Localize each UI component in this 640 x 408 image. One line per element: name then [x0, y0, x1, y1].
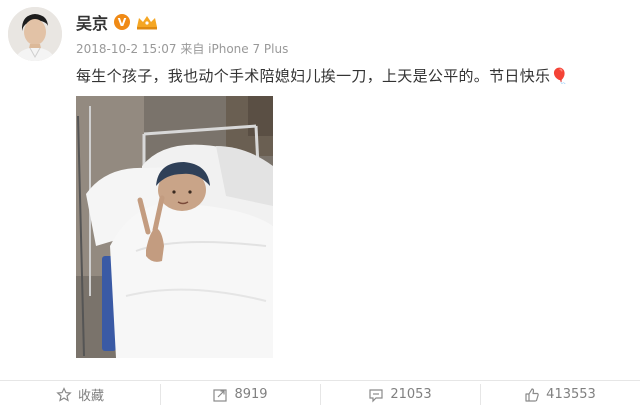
- post-photo[interactable]: [76, 96, 273, 358]
- hospital-bed-photo: [76, 96, 273, 358]
- action-bar: 收藏 8919 21053 413553: [0, 380, 640, 408]
- verified-v-icon: V: [114, 14, 131, 30]
- favorite-button[interactable]: 收藏: [0, 381, 160, 408]
- thumbs-up-icon: [525, 387, 539, 402]
- author-name[interactable]: 吴京: [76, 10, 108, 34]
- comment-button[interactable]: 21053: [320, 381, 480, 408]
- favorite-label: 收藏: [77, 389, 104, 404]
- comment-count: 21053: [390, 387, 432, 402]
- author-row: 吴京 V: [76, 10, 158, 34]
- star-icon: [56, 386, 72, 402]
- vip-crown-icon: [137, 16, 158, 30]
- avatar[interactable]: [8, 7, 62, 61]
- post-timestamp[interactable]: 2018-10-2 15:07: [76, 42, 177, 56]
- avatar-image: [8, 7, 62, 61]
- post-source: 来自 iPhone 7 Plus: [180, 42, 289, 56]
- like-count: 413553: [546, 387, 596, 402]
- post-text: 每生个孩子，我也动个手术陪媳妇儿挨一刀，上天是公平的。节日快乐🎈: [76, 67, 570, 85]
- repost-icon: [213, 388, 228, 402]
- repost-count: 8919: [234, 387, 268, 402]
- post-meta: 2018-10-2 15:07 来自 iPhone 7 Plus: [76, 40, 288, 57]
- like-button[interactable]: 413553: [480, 381, 640, 408]
- repost-button[interactable]: 8919: [160, 381, 320, 408]
- comment-icon: [369, 388, 383, 402]
